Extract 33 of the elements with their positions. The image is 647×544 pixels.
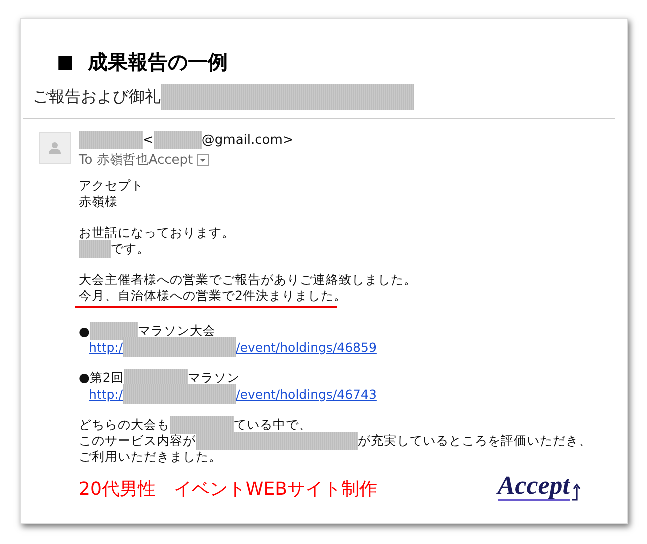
text: ●第2回 <box>79 370 124 386</box>
text: ● <box>79 324 90 338</box>
text: マラソン大会 <box>138 322 216 340</box>
avatar-icon <box>39 132 71 164</box>
text: マラソン <box>188 370 240 386</box>
text: ご報告および御礼 <box>33 86 161 108</box>
text: 今月、自治体様への営業で2件決まりました。 <box>79 288 347 304</box>
text: ている中で、 <box>234 416 312 434</box>
text: @gmail.com> <box>202 132 294 148</box>
link[interactable]: /event/holdings/46859 <box>236 340 377 354</box>
link[interactable]: http:/ <box>89 340 124 354</box>
text: お世話になっております。 <box>79 224 235 242</box>
logo: Accept <box>498 473 570 501</box>
text: 大会主催者様への営業でご報告がありご連絡致しました。 <box>79 272 417 288</box>
redaction-block <box>79 240 111 258</box>
link[interactable]: http:/ <box>89 386 124 402</box>
text: このサービス内容が <box>79 432 196 450</box>
arrow-icon <box>571 483 581 501</box>
text: どちらの大会も <box>79 416 170 434</box>
text: が充実しているところを評価いただき、 <box>358 432 592 450</box>
redaction-block <box>79 131 143 149</box>
redaction-block <box>154 131 202 149</box>
heading: 成果報告の一例 <box>88 49 228 76</box>
text: アクセプト <box>79 178 144 194</box>
text: 赤嶺様 <box>79 194 118 210</box>
recipient: To 赤嶺哲也Accept <box>79 152 194 169</box>
dropdown-icon[interactable] <box>197 154 210 166</box>
square-marker: ■ <box>57 52 74 73</box>
text: です。 <box>111 240 150 258</box>
caption: 20代男性 イベントWEBサイト制作 <box>79 478 378 501</box>
link[interactable]: /event/holdings/46743 <box>236 386 377 402</box>
text: ご利用いただきました。 <box>79 448 222 466</box>
text: < <box>143 132 154 148</box>
